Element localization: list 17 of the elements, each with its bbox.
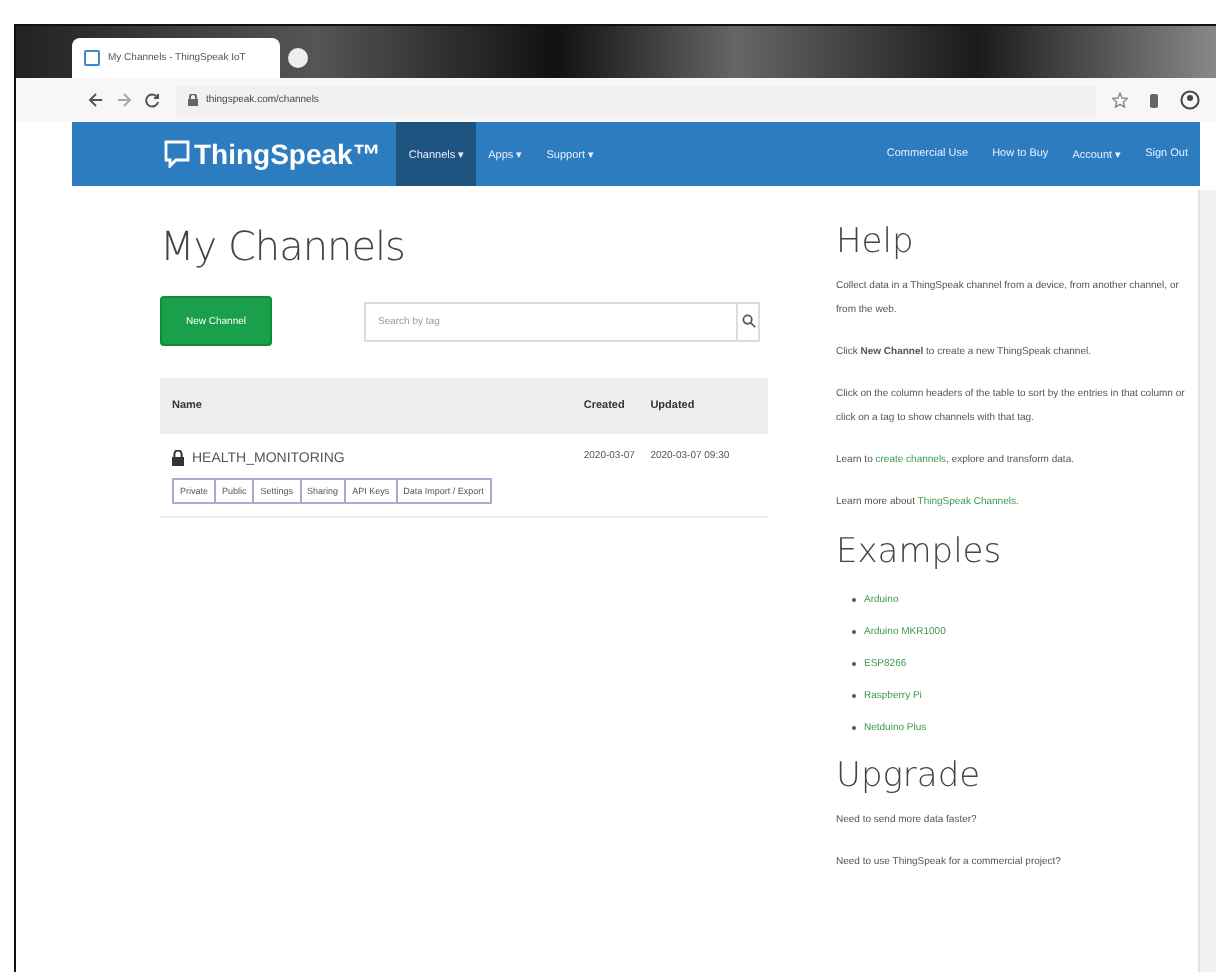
reload-icon[interactable] xyxy=(144,92,160,108)
page-icon xyxy=(84,50,100,66)
profile-icon[interactable] xyxy=(1180,90,1200,110)
logo-icon xyxy=(164,140,190,168)
lock-icon xyxy=(188,94,198,106)
new-tab-icon[interactable] xyxy=(288,48,308,68)
extension-icon[interactable] xyxy=(1148,91,1160,109)
back-icon[interactable] xyxy=(88,92,104,108)
section-title: Help xyxy=(836,222,916,262)
section-title: Examples xyxy=(836,532,1004,572)
section-title: Upgrade xyxy=(836,756,983,796)
search-icon[interactable] xyxy=(741,314,755,328)
scrollbar[interactable] xyxy=(1198,190,1216,972)
page-title: My Channels xyxy=(160,222,407,270)
logo-text[interactable]: ThingSpeak™ xyxy=(194,138,381,170)
search-button[interactable] xyxy=(736,301,760,341)
star-icon[interactable] xyxy=(1112,92,1128,108)
